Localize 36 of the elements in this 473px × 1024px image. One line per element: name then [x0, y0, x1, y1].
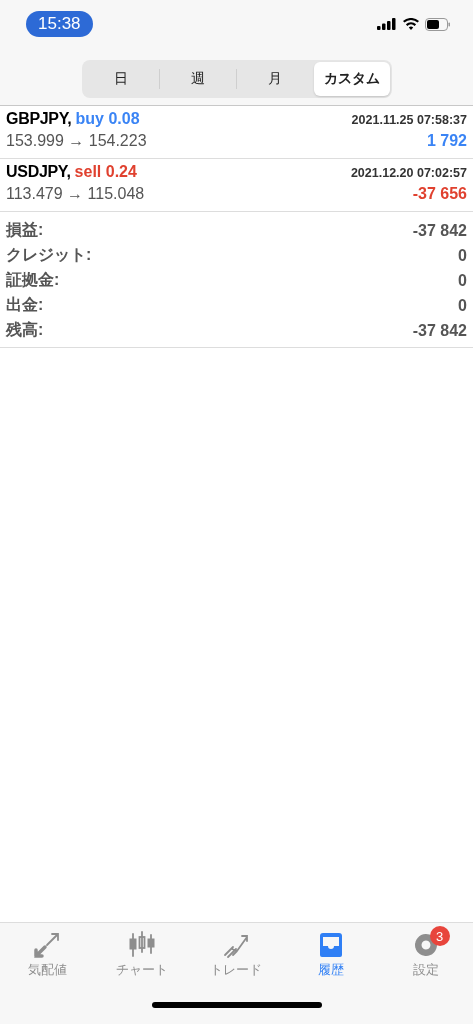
period-tab[interactable]: カスタム [313, 62, 390, 96]
deal-action: buy 0.08 [75, 110, 140, 128]
summary-value: 0 [458, 296, 467, 315]
status-time: 15:38 [26, 11, 93, 37]
deal-time: 2021.11.25 07:58:37 [351, 113, 467, 127]
arrows-icon [33, 931, 62, 959]
deal-prices: 153.999 → 154.223 [6, 132, 147, 150]
summary-value: 0 [458, 246, 467, 265]
deal-symbol: USDJPY, [6, 163, 71, 181]
summary-label: 損益: [6, 220, 44, 240]
tab-bar-item[interactable]: チャート [94, 923, 190, 985]
candlestick-icon [127, 931, 156, 959]
tab-bar-item[interactable]: トレード [189, 923, 284, 985]
deal-time: 2021.12.20 07:02:57 [350, 166, 467, 180]
tab-bar-item[interactable]: 3 設定 [378, 923, 473, 985]
deal-prices: 113.479 → 115.048 [6, 185, 145, 203]
wifi-icon [403, 18, 419, 30]
deal-profit: -37 656 [412, 185, 467, 203]
deal-action: sell 0.24 [74, 163, 137, 181]
period-tab[interactable]: 月 [237, 62, 313, 96]
tab-bar-item[interactable]: 履歴 [283, 923, 379, 985]
notification-badge: 3 [429, 926, 450, 946]
summary-label: 証拠金: [6, 270, 60, 290]
signal-icon [377, 18, 397, 30]
summary-label: 残高: [6, 320, 44, 340]
summary-label: 出金: [6, 295, 44, 315]
summary-label: クレジット: [6, 245, 92, 265]
summary-value: 0 [458, 271, 467, 290]
summary-value: -37 842 [412, 321, 467, 340]
tab-bar-item[interactable]: 気配値 [0, 923, 95, 985]
deal-profit: 1 792 [426, 132, 467, 150]
battery-icon [425, 17, 451, 31]
deal-symbol: GBPJPY, [6, 110, 72, 128]
summary-value: -37 842 [412, 221, 467, 240]
period-tab[interactable]: 日 [83, 62, 160, 96]
period-tab[interactable]: 週 [160, 62, 236, 96]
